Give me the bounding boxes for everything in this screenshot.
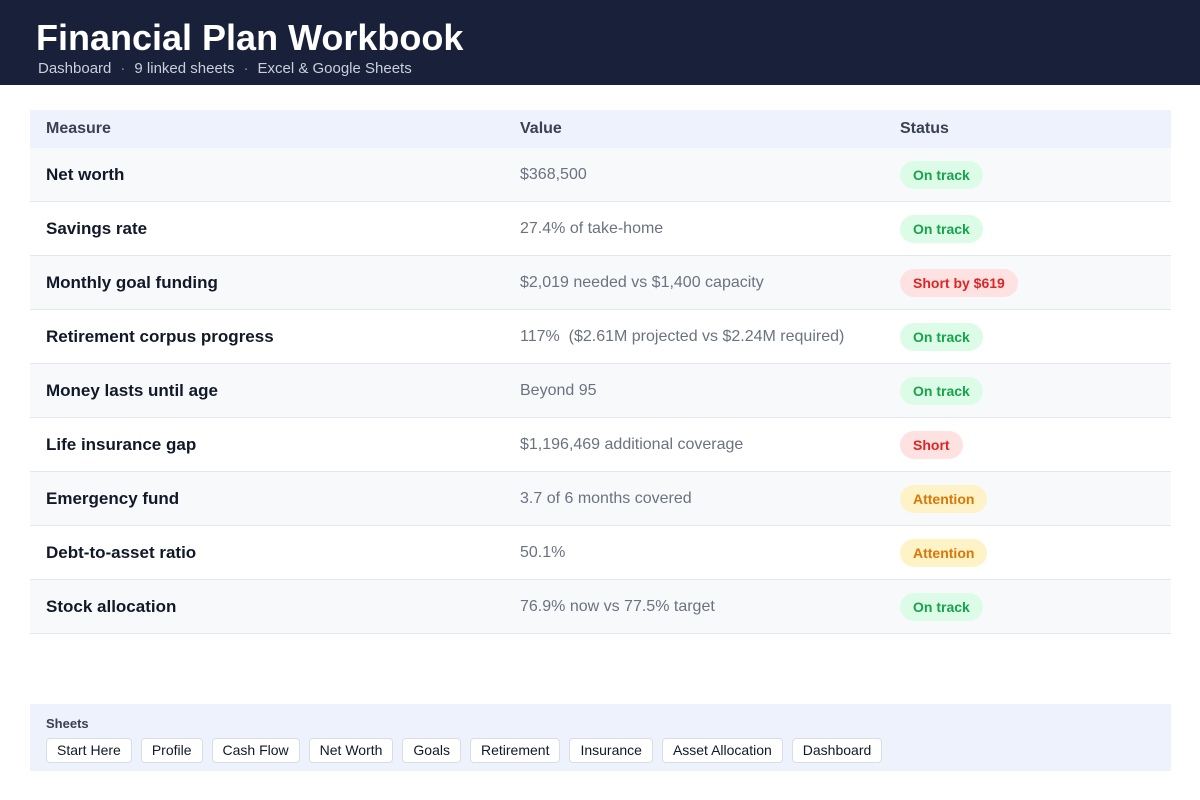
table-row: Stock allocation 76.9% now vs 77.5% targe… <box>30 580 1171 634</box>
column-header-status: Status <box>900 120 949 137</box>
table-row: Money lasts until age Beyond 95 On track <box>30 364 1171 418</box>
sheet-tab-start-here[interactable]: Start Here <box>46 738 132 763</box>
measure-cell: Stock allocation <box>46 597 177 616</box>
table-row: Monthly goal funding $2,019 needed vs $1,… <box>30 256 1171 310</box>
status-badge: Short <box>900 431 963 459</box>
measure-cell: Savings rate <box>46 219 148 238</box>
measure-cell: Retirement corpus progress <box>46 327 274 346</box>
table-header: Measure Value Status <box>30 110 1171 148</box>
sheet-tab-asset-allocation[interactable]: Asset Allocation <box>661 738 783 763</box>
sheet-tab-goals[interactable]: Goals <box>402 738 461 763</box>
measure-cell: Debt-to-asset ratio <box>46 543 197 562</box>
sheet-tab-cash-flow[interactable]: Cash Flow <box>211 738 300 763</box>
page-subtitle: Dashboard · 9 linked sheets · Excel & Google… <box>38 60 412 78</box>
status-badge: On track <box>900 161 983 189</box>
sheet-tab-list: Start Here Profile Cash Flow Net Worth Goals… <box>46 738 883 763</box>
value-cell: 3.7 of 6 months covered <box>520 490 692 507</box>
status-badge: Attention <box>900 539 988 567</box>
sheets-label: Sheets <box>46 716 89 731</box>
measure-cell: Life insurance gap <box>46 435 197 454</box>
table-row: Life insurance gap $1,196,469 additional … <box>30 418 1171 472</box>
sheet-tab-insurance[interactable]: Insurance <box>569 738 653 763</box>
sheet-tab-profile[interactable]: Profile <box>140 738 203 763</box>
subtitle-platform: Excel & Google Sheets <box>257 60 412 77</box>
measure-cell: Money lasts until age <box>46 381 218 400</box>
table-row: Savings rate 27.4% of take-home On track <box>30 202 1171 256</box>
subtitle-view: Dashboard <box>38 60 112 77</box>
table-row: Debt-to-asset ratio 50.1% Attention <box>30 526 1171 580</box>
dashboard-table: Measure Value Status Net worth $368,500 On… <box>30 110 1171 634</box>
value-cell: $1,196,469 additional coverage <box>520 436 744 453</box>
status-badge: On track <box>900 593 983 621</box>
sheets-panel: Sheets Start Here Profile Cash Flow Net Wor… <box>30 704 1171 771</box>
measure-cell: Emergency fund <box>46 489 180 508</box>
page-title: Financial Plan Workbook <box>36 17 464 58</box>
measure-cell: Monthly goal funding <box>46 273 218 292</box>
sheet-tab-dashboard[interactable]: Dashboard <box>791 738 883 763</box>
status-badge: On track <box>900 377 983 405</box>
sheet-tab-retirement[interactable]: Retirement <box>469 738 561 763</box>
column-header-value: Value <box>520 120 562 137</box>
sheet-tab-net-worth[interactable]: Net Worth <box>308 738 394 763</box>
status-badge: On track <box>900 215 983 243</box>
value-cell: $2,019 needed vs $1,400 capacity <box>520 274 764 291</box>
value-cell: 76.9% now vs 77.5% target <box>520 598 715 615</box>
measure-cell: Net worth <box>46 165 125 184</box>
table-row: Net worth $368,500 On track <box>30 148 1171 202</box>
value-cell: $368,500 <box>520 166 587 183</box>
table-row: Retirement corpus progress 117% ($2.61M p… <box>30 310 1171 364</box>
status-badge: Attention <box>900 485 988 513</box>
table-row: Emergency fund 3.7 of 6 months covered Att… <box>30 472 1171 526</box>
column-header-measure: Measure <box>46 120 111 137</box>
subtitle-separator: · <box>243 60 249 77</box>
value-cell: 117% ($2.61M projected vs $2.24M require… <box>520 328 845 345</box>
subtitle-separator: · <box>120 60 126 77</box>
table-body: Net worth $368,500 On track Savings rate 27.… <box>30 148 1171 634</box>
value-cell: Beyond 95 <box>520 382 597 399</box>
header-bar: Financial Plan Workbook Dashboard · 9 link… <box>0 0 1200 85</box>
subtitle-sheet-count: 9 linked sheets <box>134 60 235 77</box>
value-cell: 27.4% of take-home <box>520 220 664 237</box>
status-badge: Short by $619 <box>900 269 1018 297</box>
value-cell: 50.1% <box>520 544 566 561</box>
status-badge: On track <box>900 323 983 351</box>
